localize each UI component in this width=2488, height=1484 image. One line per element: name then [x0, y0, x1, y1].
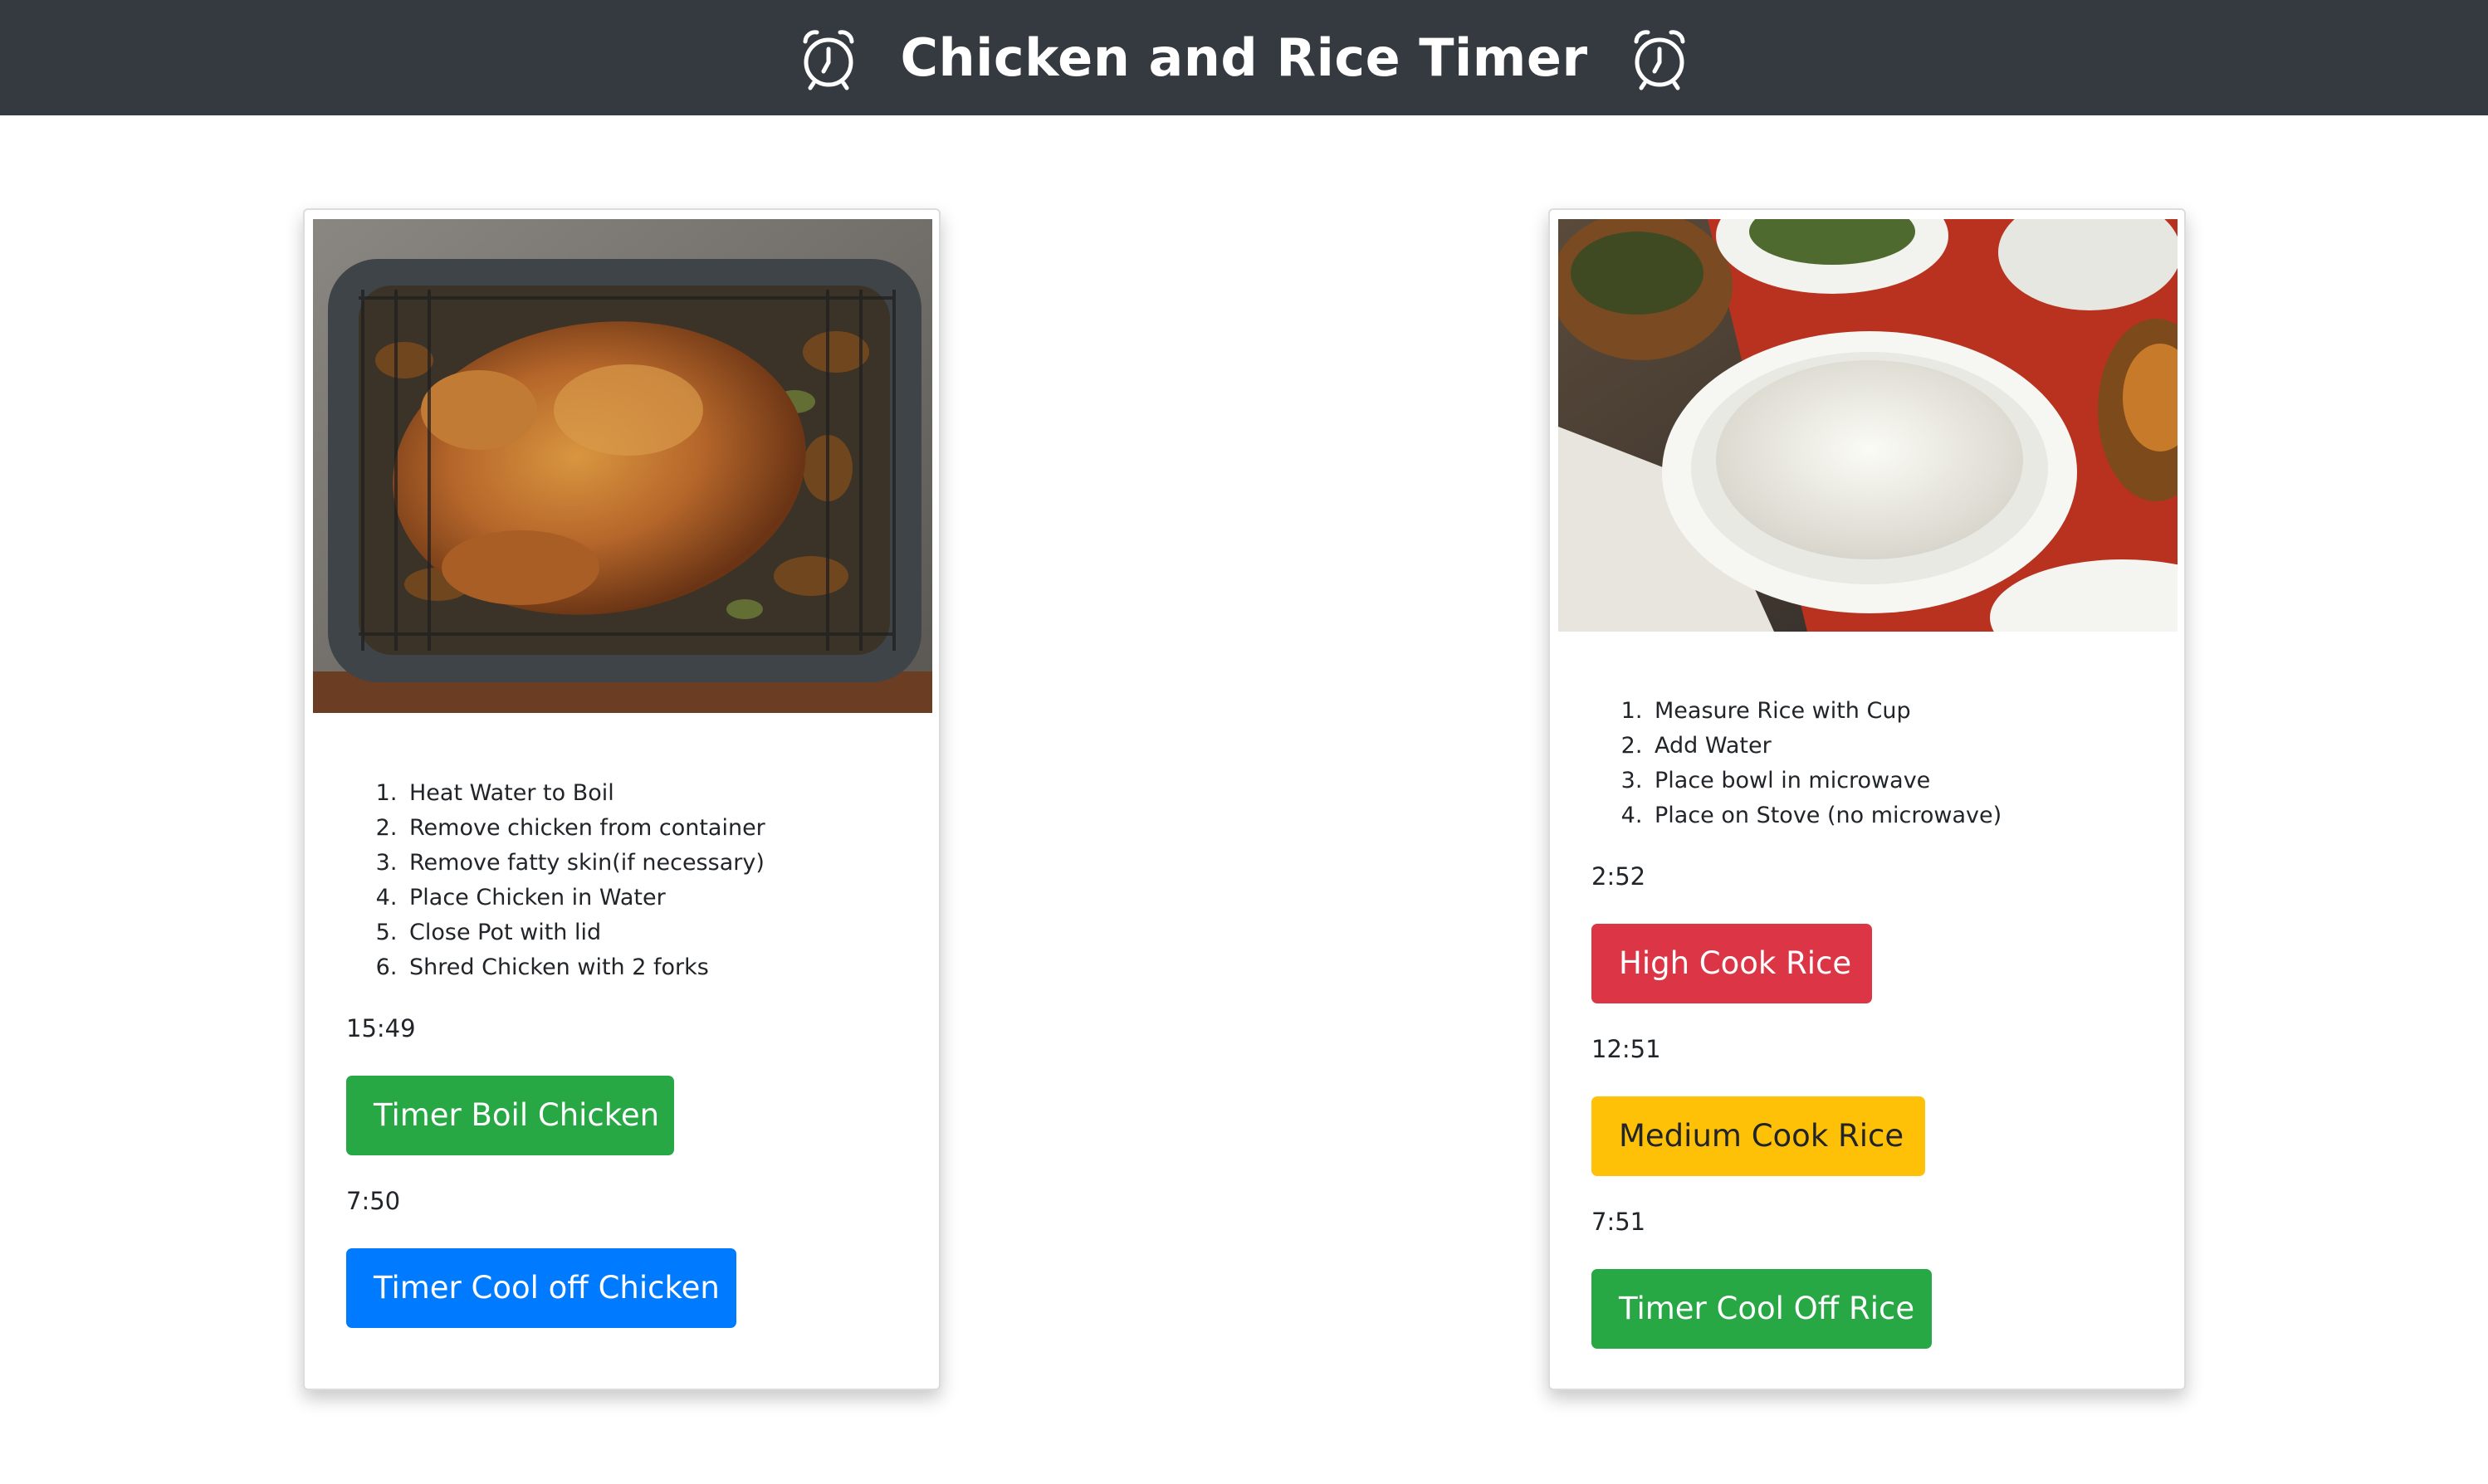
alarm-clock-icon	[803, 29, 854, 90]
list-item: Place bowl in microwave	[1650, 764, 2002, 798]
chicken-steps-list: Heat Water to Boil Remove chicken from c…	[404, 776, 765, 985]
roast-chicken-photo	[313, 219, 932, 713]
list-item: Heat Water to Boil	[404, 776, 765, 811]
list-item: Add Water	[1650, 729, 2002, 764]
page-title: Chicken and Rice Timer	[900, 27, 1588, 88]
list-item: Place on Stove (no microwave)	[1650, 798, 2002, 833]
cool-chicken-time: 7:50	[346, 1187, 401, 1215]
high-cook-time: 2:52	[1591, 862, 1646, 891]
timer-cool-off-rice-button[interactable]: Timer Cool Off Rice	[1591, 1269, 1932, 1349]
alarm-clock-icon	[1634, 29, 1685, 90]
list-item: Measure Rice with Cup	[1650, 694, 2002, 729]
chicken-card: Heat Water to Boil Remove chicken from c…	[303, 208, 941, 1390]
medium-cook-rice-button[interactable]: Medium Cook Rice	[1591, 1096, 1925, 1176]
timer-cool-chicken-button[interactable]: Timer Cool off Chicken	[346, 1248, 736, 1328]
rice-card: Measure Rice with Cup Add Water Place bo…	[1548, 208, 2186, 1390]
rice-steps-list: Measure Rice with Cup Add Water Place bo…	[1650, 694, 2002, 833]
list-item: Close Pot with lid	[404, 915, 765, 950]
medium-cook-time: 12:51	[1591, 1035, 1661, 1063]
boil-chicken-time: 15:49	[346, 1014, 416, 1042]
header-bar: Chicken and Rice Timer	[0, 0, 2488, 115]
high-cook-rice-button[interactable]: High Cook Rice	[1591, 924, 1872, 1003]
list-item: Remove fatty skin(if necessary)	[404, 846, 765, 881]
list-item: Place Chicken in Water	[404, 881, 765, 915]
timer-boil-chicken-button[interactable]: Timer Boil Chicken	[346, 1076, 674, 1155]
cool-off-rice-time: 7:51	[1591, 1208, 1646, 1236]
list-item: Shred Chicken with 2 forks	[404, 950, 765, 985]
list-item: Remove chicken from container	[404, 811, 765, 846]
rice-bowl-photo	[1558, 219, 2178, 632]
